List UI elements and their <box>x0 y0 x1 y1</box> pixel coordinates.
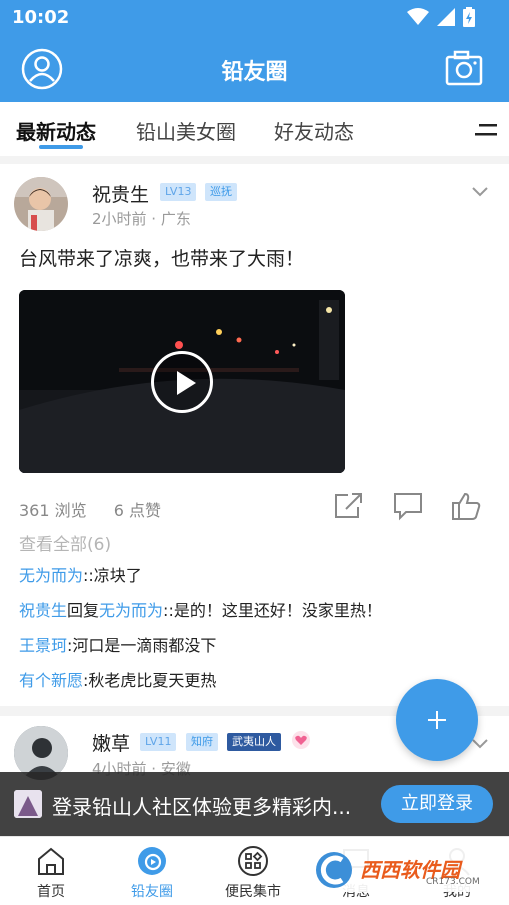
comment-user[interactable]: 无为而为 <box>19 566 83 585</box>
level-badge: LV11 <box>140 733 177 751</box>
grid-icon <box>238 846 268 876</box>
post-content: 台风带来了凉爽，也带来了大雨！ <box>19 248 305 270</box>
role-badge: 巡抚 <box>205 183 237 201</box>
wifi-icon <box>407 8 429 25</box>
likes-count: 6 点赞 <box>113 501 162 520</box>
comment-item: 无为而为::凉块了 <box>19 562 142 586</box>
comment-reply-to[interactable]: 无为而为 <box>99 601 163 620</box>
chevron-down-icon[interactable] <box>471 186 489 198</box>
comment-text: :河口是一滴雨都没下 <box>67 636 217 655</box>
status-time: 10:02 <box>12 7 70 28</box>
filter-icon[interactable] <box>475 122 499 138</box>
nav-label: 便民集市 <box>225 884 281 900</box>
comment-reply-word: 回复 <box>67 601 100 620</box>
view-all-comments-link[interactable]: 查看全部(6) <box>19 530 111 555</box>
author-name[interactable]: 祝贵生 <box>92 180 149 207</box>
page-title: 铅友圈 <box>221 60 288 85</box>
author-name[interactable]: 嫩草 <box>92 729 130 756</box>
divider <box>0 156 509 164</box>
create-post-button[interactable] <box>396 679 478 761</box>
camera-icon[interactable] <box>445 49 483 87</box>
watermark: 西西软件园 CR173.COM <box>308 846 494 894</box>
comment-item: 有个新愿:秋老虎比夏天更热 <box>19 667 216 691</box>
comment-item: 王景珂:河口是一滴雨都没下 <box>19 632 216 656</box>
nav-label: 首页 <box>37 884 65 900</box>
login-banner: 登录铅山人社区体验更多精彩内... 立即登录 <box>0 772 509 836</box>
share-icon[interactable] <box>332 491 364 521</box>
role-badge: 知府 <box>186 733 218 751</box>
top-nav: 铅友圈 <box>0 36 509 102</box>
tab-beauty-circle[interactable]: 铅山美女圈 <box>136 116 236 145</box>
app-bar: 10:02 铅友圈 <box>0 0 509 102</box>
tab-bar: 最新动态 铅山美女圈 好友动态 <box>0 102 509 156</box>
circle-icon <box>138 847 166 875</box>
comment-user[interactable]: 祝贵生 <box>19 601 67 620</box>
avatar[interactable] <box>14 177 68 231</box>
home-icon <box>38 847 64 875</box>
nav-home[interactable]: 首页 <box>1 837 101 905</box>
heart-icon <box>292 731 310 749</box>
comment-text: ::是的！这里还好！没家里热！ <box>163 601 382 620</box>
tab-friends[interactable]: 好友动态 <box>274 116 354 145</box>
nav-label: 铅友圈 <box>131 884 173 900</box>
post-meta: 2小时前 · 广东 <box>92 210 191 228</box>
tab-latest[interactable]: 最新动态 <box>16 116 96 145</box>
comment-user[interactable]: 有个新愿 <box>19 671 83 690</box>
battery-icon <box>463 7 475 27</box>
comment-user[interactable]: 王景珂 <box>19 636 67 655</box>
login-button[interactable]: 立即登录 <box>381 785 493 823</box>
level-badge: LV13 <box>160 183 197 201</box>
nav-market[interactable]: 便民集市 <box>203 837 303 905</box>
tab-indicator <box>39 145 83 149</box>
views-count: 361 浏览 <box>19 501 87 520</box>
comment-text: :秋老虎比夏天更热 <box>83 671 217 690</box>
comment-icon[interactable] <box>392 491 424 521</box>
tag-badge: 武夷山人 <box>227 733 281 751</box>
nav-circle[interactable]: 铅友圈 <box>102 837 202 905</box>
post-stats: 361 浏览 6 点赞 <box>19 497 161 521</box>
app-logo <box>14 790 42 818</box>
status-icons <box>407 6 475 28</box>
comment-item: 祝贵生回复无为而为::是的！这里还好！没家里热！ <box>19 597 382 621</box>
signal-icon <box>437 8 455 26</box>
play-icon[interactable] <box>151 351 213 413</box>
chevron-down-icon[interactable] <box>471 738 489 750</box>
like-icon[interactable] <box>450 491 482 521</box>
login-prompt: 登录铅山人社区体验更多精彩内... <box>52 795 352 819</box>
status-bar: 10:02 <box>0 0 509 36</box>
watermark-sub: CR173.COM <box>426 877 480 887</box>
video-player[interactable] <box>19 290 345 473</box>
comment-text: ::凉块了 <box>83 566 142 585</box>
